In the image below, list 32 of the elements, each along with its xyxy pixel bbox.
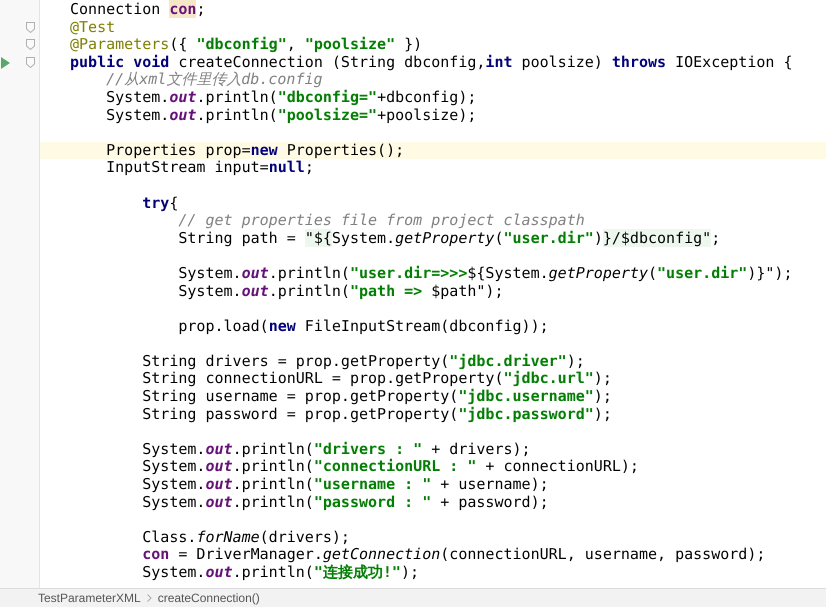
code-line: @Parameters({ "dbconfig", "poolsize" }) [69, 36, 424, 54]
code-line: @Test [69, 18, 116, 36]
code-line: try{ [141, 194, 180, 212]
code-line: con = DriverManager.getConnection(connectionURL, username, password); [141, 546, 766, 564]
code-line: Connection con; [69, 1, 206, 19]
code-line: String path = "${System.getProperty("user.dir")}/$dbconfig"; [177, 230, 722, 248]
code-line: System.out.println("poolsize="+poolsize); [105, 106, 478, 124]
code-line: System.out.println("user.dir=>>>${System.getProperty("user.dir")}"); [177, 264, 794, 282]
code-line: System.out.println("password : " + password); [141, 494, 550, 512]
code-line: //从xml文件里传入db.config [106, 71, 324, 89]
code-line: prop.load(new FileInputStream(dbconfig)); [177, 318, 550, 336]
code-line: String username = prop.getProperty("jdbc.username"); [141, 388, 613, 406]
fold-marker-icon[interactable] [26, 22, 35, 33]
fold-marker-icon[interactable] [26, 56, 35, 68]
code-line: System.out.println("连接成功!"); [141, 564, 420, 582]
code-line: public void createConnection (String dbconfig,int poolsize) throws IOException { [69, 54, 794, 72]
code-line: // get properties file from project classpath [177, 212, 586, 230]
fold-marker-icon[interactable] [26, 39, 35, 50]
chevron-icon [146, 594, 152, 602]
code-line: InputStream input=null; [105, 159, 314, 177]
run-icon[interactable] [1, 56, 10, 69]
code-line: System.out.println("dbconfig="+dbconfig); [105, 88, 478, 107]
code-line: Class.forName(drivers); [141, 528, 351, 546]
breadcrumb-item[interactable]: createConnection() [158, 589, 260, 607]
code-line: System.out.println("username : " + username); [141, 476, 550, 494]
code-line: String drivers = prop.getProperty("jdbc.driver"); [141, 352, 586, 370]
code-line: System.out.println("path => $path"); [177, 282, 504, 300]
code-line: String connectionURL = prop.getProperty("jdbc.url"); [141, 370, 613, 388]
code-line: System.out.println("connectionURL : " + connectionURL); [141, 458, 640, 476]
code-line: System.out.println("drivers : " + drivers); [141, 440, 532, 458]
code-line: String password = prop.getProperty("jdbc.password"); [141, 406, 613, 424]
breadcrumb-item[interactable]: TestParameterXML [38, 589, 141, 607]
